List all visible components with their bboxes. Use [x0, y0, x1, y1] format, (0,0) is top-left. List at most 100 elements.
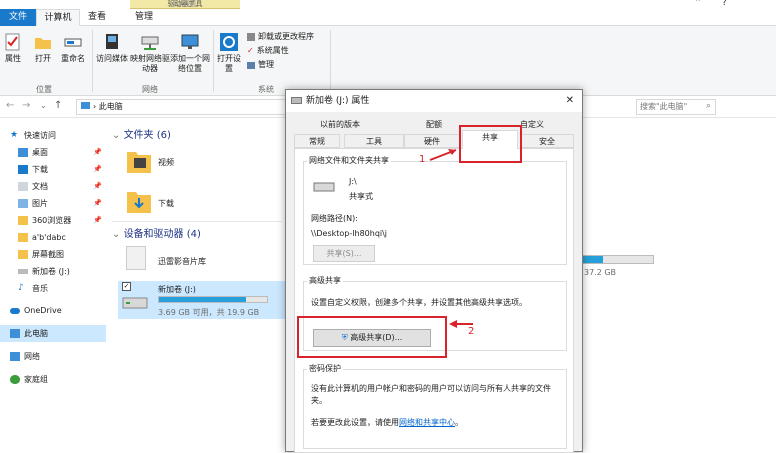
tab-general[interactable]: 常规: [294, 134, 340, 148]
properties-label: 属性: [5, 54, 21, 63]
nav-desktop[interactable]: 桌面 📌: [0, 144, 106, 161]
back-arrow-icon[interactable]: ←: [6, 100, 14, 111]
tab-file[interactable]: 文件: [0, 9, 36, 26]
nav-label: a'b'dabc: [32, 233, 66, 242]
folder-icon: [18, 216, 28, 225]
drive-item[interactable]: 迅雷影音片库: [158, 256, 206, 267]
tab-manage[interactable]: 管理: [126, 9, 162, 26]
address-box[interactable]: › 此电脑: [76, 99, 286, 115]
help-icon[interactable]: ?: [722, 0, 727, 8]
search-input[interactable]: 搜索"此电脑": [636, 99, 716, 115]
access-media-label: 访问媒体: [96, 54, 128, 63]
drive-usage-bar: [158, 296, 268, 303]
ribbon-collapse-icon[interactable]: ⌃: [694, 0, 702, 8]
devices-header[interactable]: ⌄ 设备和驱动器 (4): [112, 225, 201, 240]
tab-security[interactable]: 安全: [520, 134, 574, 148]
add-network-location-button[interactable]: 添加一个网络位置: [170, 32, 210, 74]
rename-label: 重命名: [61, 54, 85, 63]
manage-label: 管理: [258, 60, 274, 69]
drive-free-space: 37.2 GB: [584, 268, 617, 277]
drive-icon: [291, 97, 302, 104]
tab-tools[interactable]: 工具: [344, 134, 404, 148]
annotation-box-2: [297, 316, 447, 358]
system-properties-button[interactable]: ✓ 系统属性: [247, 46, 289, 56]
tab-sharing[interactable]: 共享: [462, 130, 518, 149]
uninstall-label: 卸载或更改程序: [258, 32, 314, 41]
password-desc: 没有此计算机的用户帐户和密码的用户可以访问与所有人共享的文件夹。: [311, 384, 551, 405]
map-drive-button[interactable]: 映射网络驱动器: [130, 32, 170, 74]
drive-name: 新加卷 (J:): [158, 285, 196, 294]
network-path-value: \\Desktop-lh80hqi\j: [311, 229, 388, 238]
password-legend: 密码保护: [307, 363, 343, 374]
close-icon[interactable]: ✕: [566, 90, 574, 112]
nav-homegroup[interactable]: 家庭组: [0, 371, 106, 388]
nav-label: 桌面: [32, 148, 48, 157]
tab-computer[interactable]: 计算机: [36, 9, 80, 26]
open-settings-label: 打开设置: [217, 54, 241, 73]
picture-icon: [18, 199, 28, 208]
nav-label: 下载: [32, 165, 48, 174]
nav-drive-j[interactable]: 新加卷 (J:): [0, 263, 106, 280]
nav-label: 新加卷 (J:): [32, 267, 70, 276]
pin-icon: 📌: [93, 199, 102, 207]
search-icon: ⌕: [706, 101, 712, 111]
rename-button[interactable]: 重命名: [58, 32, 88, 64]
open-button[interactable]: 打开: [30, 32, 56, 64]
nav-label: 音乐: [32, 284, 48, 293]
uninstall-button[interactable]: 卸载或更改程序: [247, 32, 314, 42]
address-path: 此电脑: [98, 102, 123, 111]
group-system-label: 系统: [258, 85, 274, 94]
tab-view[interactable]: 查看: [82, 9, 112, 26]
check-icon: ✓: [247, 46, 254, 55]
folder-item[interactable]: 下载: [158, 198, 174, 209]
folders-header[interactable]: ⌄ 文件夹 (6): [112, 126, 171, 141]
nav-onedrive[interactable]: OneDrive: [0, 302, 106, 319]
document-icon: [126, 246, 146, 270]
drive-icon: [18, 269, 28, 274]
folder-open-icon: [33, 32, 53, 52]
add-network-location-label: 添加一个网络位置: [170, 54, 210, 73]
nav-pictures[interactable]: 图片 📌: [0, 195, 106, 212]
homegroup-icon: [10, 375, 20, 384]
ribbon-separator: [213, 30, 214, 92]
drive-icon: [313, 181, 335, 193]
manage-button[interactable]: 管理: [247, 60, 274, 70]
nav-music[interactable]: ♪ 音乐: [0, 280, 106, 297]
ribbon: 属性 打开 重命名 位置 访问媒体 映射网络驱动器 添加一个网络位置 网络 打开…: [0, 26, 776, 96]
nav-abdabc[interactable]: a'b'dabc: [0, 229, 106, 246]
computer-manage-icon: [247, 61, 255, 69]
nav-label: 网络: [24, 352, 40, 361]
adv-share-legend: 高级共享: [307, 275, 343, 286]
divider: [112, 221, 282, 222]
cloud-icon: [10, 307, 20, 314]
tab-previous-versions[interactable]: 以前的版本: [300, 118, 380, 132]
checkbox-icon[interactable]: ✓: [122, 282, 131, 291]
ribbon-separator: [92, 30, 93, 92]
forward-arrow-icon[interactable]: →: [22, 100, 30, 111]
nav-quick-access[interactable]: ★ 快速访问: [0, 127, 106, 144]
nav-360browser[interactable]: 360浏览器 📌: [0, 212, 106, 229]
chevron-down-icon: ⌄: [112, 130, 124, 141]
nav-label: 图片: [32, 199, 48, 208]
system-properties-label: 系统属性: [256, 46, 289, 55]
nav-network[interactable]: 网络: [0, 348, 106, 365]
annotation-arrow-1: [429, 149, 457, 161]
folder-item[interactable]: 视频: [158, 157, 174, 168]
nav-screenshots[interactable]: 屏幕截图: [0, 246, 106, 263]
rename-icon: [63, 32, 83, 52]
desktop-icon: [18, 148, 28, 157]
network-center-link[interactable]: 网络和共享中心: [399, 418, 455, 427]
nav-this-pc[interactable]: 此电脑: [0, 325, 106, 342]
group-network-label: 网络: [142, 85, 158, 94]
recent-dropdown-icon[interactable]: ⌄: [40, 101, 47, 110]
network-drive-icon: [140, 32, 160, 52]
nav-label: 家庭组: [24, 375, 48, 384]
nav-documents[interactable]: 文档 📌: [0, 178, 106, 195]
folders-header-label: 文件夹 (6): [123, 130, 171, 141]
share-button[interactable]: 共享(S)...: [313, 245, 375, 262]
access-media-button[interactable]: 访问媒体: [94, 32, 130, 64]
open-settings-button[interactable]: 打开设置: [216, 32, 242, 74]
up-arrow-icon[interactable]: ↑: [54, 100, 62, 111]
nav-downloads[interactable]: 下载 📌: [0, 161, 106, 178]
properties-button[interactable]: 属性: [2, 32, 24, 64]
